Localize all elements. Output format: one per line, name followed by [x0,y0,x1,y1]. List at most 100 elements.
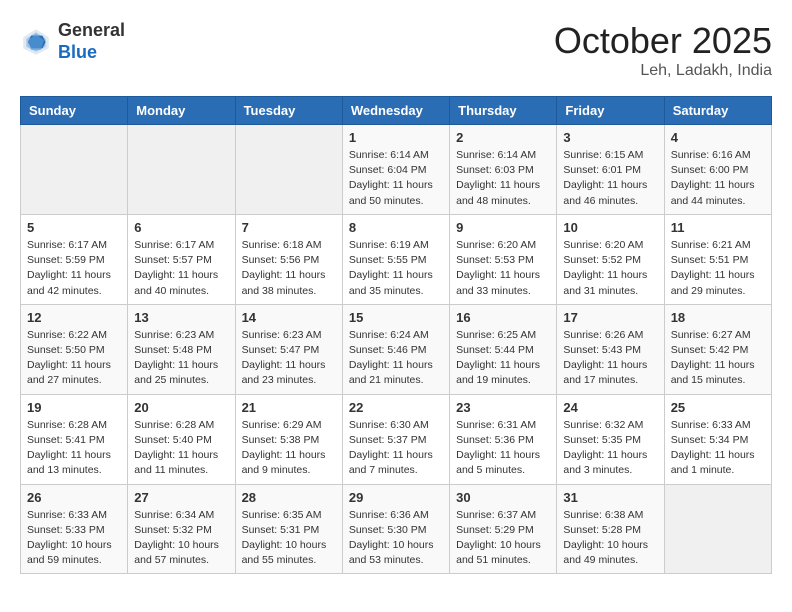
calendar-table: SundayMondayTuesdayWednesdayThursdayFrid… [20,96,772,574]
day-number: 29 [349,490,443,505]
day-info: Sunrise: 6:37 AM Sunset: 5:29 PM Dayligh… [456,508,550,569]
calendar-cell: 13Sunrise: 6:23 AM Sunset: 5:48 PM Dayli… [128,304,235,394]
calendar-cell: 26 Sunrise: 6:33 AM Sunset: 5:33 PM Dayli… [21,484,128,574]
day-info: Sunrise: 6:32 AM Sunset: 5:35 PM Dayligh… [563,418,657,479]
day-number: 24 [563,400,657,415]
day-number: 22 [349,400,443,415]
calendar-cell: 9 Sunrise: 6:20 AM Sunset: 5:53 PM Daylig… [450,214,557,304]
day-info: Sunrise: 6:25 AM Sunset: 5:44 PM Dayligh… [456,328,550,389]
calendar-cell: 8 Sunrise: 6:19 AM Sunset: 5:55 PM Daylig… [342,214,449,304]
calendar-cell: 27Sunrise: 6:34 AM Sunset: 5:32 PM Dayli… [128,484,235,574]
day-number: 4 [671,130,765,145]
calendar-header-row: SundayMondayTuesdayWednesdayThursdayFrid… [21,97,772,125]
day-number: 14 [242,310,336,325]
day-number: 20 [134,400,228,415]
calendar-cell: 29 Sunrise: 6:36 AM Sunset: 5:30 PM Dayli… [342,484,449,574]
calendar-cell: 12Sunrise: 6:22 AM Sunset: 5:50 PM Dayli… [21,304,128,394]
calendar-week-row: 12Sunrise: 6:22 AM Sunset: 5:50 PM Dayli… [21,304,772,394]
day-number: 1 [349,130,443,145]
weekday-header: Tuesday [235,97,342,125]
day-info: Sunrise: 6:30 AM Sunset: 5:37 PM Dayligh… [349,418,443,479]
day-info: Sunrise: 6:24 AM Sunset: 5:46 PM Dayligh… [349,328,443,389]
calendar-cell: 17 Sunrise: 6:26 AM Sunset: 5:43 PM Dayli… [557,304,664,394]
weekday-header: Saturday [664,97,771,125]
calendar-cell: 21Sunrise: 6:29 AM Sunset: 5:38 PM Dayli… [235,394,342,484]
weekday-header: Thursday [450,97,557,125]
title-block: October 2025 Leh, Ladakh, India [554,20,772,80]
day-number: 10 [563,220,657,235]
weekday-header: Sunday [21,97,128,125]
day-info: Sunrise: 6:33 AM Sunset: 5:34 PM Dayligh… [671,418,765,479]
calendar-cell [235,125,342,215]
day-number: 19 [27,400,121,415]
day-number: 8 [349,220,443,235]
day-number: 5 [27,220,121,235]
day-info: Sunrise: 6:23 AM Sunset: 5:47 PM Dayligh… [242,328,336,389]
location-subtitle: Leh, Ladakh, India [554,62,772,80]
month-title: October 2025 [554,20,772,62]
day-info: Sunrise: 6:27 AM Sunset: 5:42 PM Dayligh… [671,328,765,389]
day-info: Sunrise: 6:17 AM Sunset: 5:57 PM Dayligh… [134,238,228,299]
day-info: Sunrise: 6:18 AM Sunset: 5:56 PM Dayligh… [242,238,336,299]
day-info: Sunrise: 6:14 AM Sunset: 6:03 PM Dayligh… [456,148,550,209]
day-number: 13 [134,310,228,325]
day-info: Sunrise: 6:35 AM Sunset: 5:31 PM Dayligh… [242,508,336,569]
day-info: Sunrise: 6:33 AM Sunset: 5:33 PM Dayligh… [27,508,121,569]
calendar-cell [21,125,128,215]
day-info: Sunrise: 6:38 AM Sunset: 5:28 PM Dayligh… [563,508,657,569]
calendar-week-row: 19 Sunrise: 6:28 AM Sunset: 5:41 PM Dayli… [21,394,772,484]
calendar-cell: 1Sunrise: 6:14 AM Sunset: 6:04 PM Daylig… [342,125,449,215]
day-number: 17 [563,310,657,325]
day-info: Sunrise: 6:15 AM Sunset: 6:01 PM Dayligh… [563,148,657,209]
day-info: Sunrise: 6:19 AM Sunset: 5:55 PM Dayligh… [349,238,443,299]
day-info: Sunrise: 6:16 AM Sunset: 6:00 PM Dayligh… [671,148,765,209]
calendar-cell: 20 Sunrise: 6:28 AM Sunset: 5:40 PM Dayli… [128,394,235,484]
page-header: General Blue October 2025 Leh, Ladakh, I… [20,20,772,80]
day-number: 2 [456,130,550,145]
calendar-cell: 19 Sunrise: 6:28 AM Sunset: 5:41 PM Dayli… [21,394,128,484]
day-info: Sunrise: 6:17 AM Sunset: 5:59 PM Dayligh… [27,238,121,299]
weekday-header: Wednesday [342,97,449,125]
day-info: Sunrise: 6:28 AM Sunset: 5:41 PM Dayligh… [27,418,121,479]
day-number: 9 [456,220,550,235]
day-info: Sunrise: 6:20 AM Sunset: 5:53 PM Dayligh… [456,238,550,299]
calendar-cell: 31Sunrise: 6:38 AM Sunset: 5:28 PM Dayli… [557,484,664,574]
day-info: Sunrise: 6:26 AM Sunset: 5:43 PM Dayligh… [563,328,657,389]
day-info: Sunrise: 6:22 AM Sunset: 5:50 PM Dayligh… [27,328,121,389]
calendar-cell: 7Sunrise: 6:18 AM Sunset: 5:56 PM Daylig… [235,214,342,304]
logo: General Blue [20,20,125,63]
calendar-cell: 25 Sunrise: 6:33 AM Sunset: 5:34 PM Dayli… [664,394,771,484]
calendar-cell: 6 Sunrise: 6:17 AM Sunset: 5:57 PM Daylig… [128,214,235,304]
day-number: 26 [27,490,121,505]
calendar-cell: 3Sunrise: 6:15 AM Sunset: 6:01 PM Daylig… [557,125,664,215]
day-info: Sunrise: 6:29 AM Sunset: 5:38 PM Dayligh… [242,418,336,479]
day-number: 6 [134,220,228,235]
calendar-cell: 14 Sunrise: 6:23 AM Sunset: 5:47 PM Dayli… [235,304,342,394]
calendar-cell: 4 Sunrise: 6:16 AM Sunset: 6:00 PM Daylig… [664,125,771,215]
day-number: 18 [671,310,765,325]
logo-icon [20,26,52,58]
calendar-cell: 30 Sunrise: 6:37 AM Sunset: 5:29 PM Dayli… [450,484,557,574]
calendar-cell [664,484,771,574]
calendar-cell: 10 Sunrise: 6:20 AM Sunset: 5:52 PM Dayli… [557,214,664,304]
calendar-cell: 23Sunrise: 6:31 AM Sunset: 5:36 PM Dayli… [450,394,557,484]
day-number: 27 [134,490,228,505]
calendar-cell: 18 Sunrise: 6:27 AM Sunset: 5:42 PM Dayli… [664,304,771,394]
day-number: 15 [349,310,443,325]
weekday-header: Monday [128,97,235,125]
day-number: 25 [671,400,765,415]
calendar-cell: 15 Sunrise: 6:24 AM Sunset: 5:46 PM Dayli… [342,304,449,394]
day-number: 30 [456,490,550,505]
calendar-week-row: 26 Sunrise: 6:33 AM Sunset: 5:33 PM Dayli… [21,484,772,574]
day-number: 16 [456,310,550,325]
day-number: 28 [242,490,336,505]
calendar-cell [128,125,235,215]
day-info: Sunrise: 6:20 AM Sunset: 5:52 PM Dayligh… [563,238,657,299]
day-info: Sunrise: 6:28 AM Sunset: 5:40 PM Dayligh… [134,418,228,479]
day-number: 11 [671,220,765,235]
day-info: Sunrise: 6:21 AM Sunset: 5:51 PM Dayligh… [671,238,765,299]
day-number: 23 [456,400,550,415]
calendar-cell: 16 Sunrise: 6:25 AM Sunset: 5:44 PM Dayli… [450,304,557,394]
calendar-cell: 2 Sunrise: 6:14 AM Sunset: 6:03 PM Daylig… [450,125,557,215]
day-info: Sunrise: 6:36 AM Sunset: 5:30 PM Dayligh… [349,508,443,569]
